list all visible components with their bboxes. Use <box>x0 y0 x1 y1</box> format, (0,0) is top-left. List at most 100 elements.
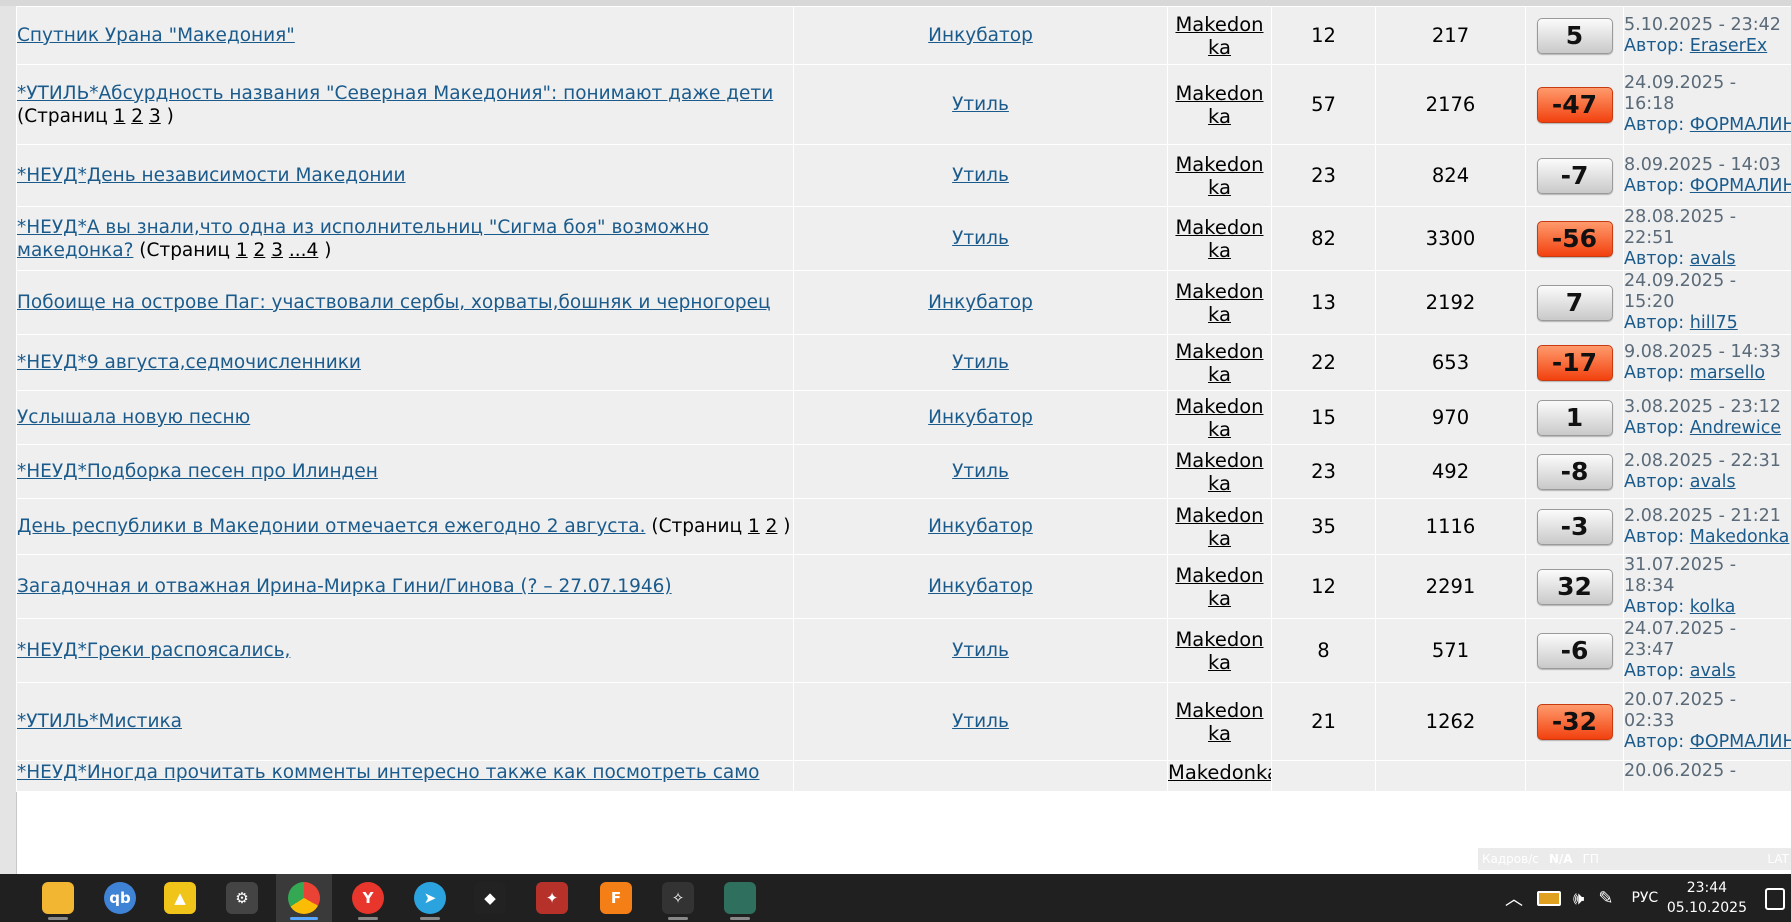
forum-link[interactable]: Инкубатор <box>928 576 1033 597</box>
topic-title-link[interactable]: *УТИЛЬ*Мистика <box>18 711 182 732</box>
forum-link[interactable]: Инкубатор <box>928 25 1033 46</box>
topic-title-link[interactable]: Побоище на острове Паг: участвовали серб… <box>18 292 771 313</box>
last-author-link[interactable]: avals <box>1690 249 1736 269</box>
replies-cell: 82 <box>1271 206 1376 271</box>
forum-link[interactable]: Утиль <box>952 228 1009 249</box>
page-link[interactable]: 3 <box>149 106 161 127</box>
last-author-link[interactable]: avals <box>1690 472 1736 492</box>
last-author-label: Автор: <box>1624 249 1685 269</box>
rating-badge[interactable]: -17 <box>1536 344 1613 381</box>
clock-date: 05.10.2025 <box>1666 900 1747 916</box>
forum-cell: Утиль <box>793 682 1168 761</box>
views-cell: 217 <box>1375 6 1526 65</box>
page-link[interactable]: 3 <box>271 240 283 261</box>
forum-cell: Инкубатор <box>793 6 1168 65</box>
views-cell: 492 <box>1375 444 1526 499</box>
author-link[interactable]: Makedonka <box>1169 762 1271 785</box>
window-app-icon[interactable] <box>724 882 756 914</box>
forum-cell: Утиль <box>793 206 1168 271</box>
author-link[interactable]: Makedonka <box>1175 216 1265 262</box>
battery-icon[interactable] <box>1537 890 1561 906</box>
rating-badge[interactable]: -32 <box>1536 703 1613 740</box>
forum-link[interactable]: Инкубатор <box>928 407 1033 428</box>
forum-link[interactable]: Утиль <box>952 711 1009 732</box>
author-link[interactable]: Makedonka <box>1175 564 1265 610</box>
author-link[interactable]: Makedonka <box>1175 280 1265 326</box>
author-link[interactable]: Makedonka <box>1175 153 1265 199</box>
topic-title-link[interactable]: *НЕУД*День независимости Македонии <box>18 165 406 186</box>
chrome-icon[interactable] <box>288 882 320 914</box>
forum-link[interactable]: Инкубатор <box>928 516 1033 537</box>
forum-link[interactable]: Утиль <box>952 165 1009 186</box>
last-author-link[interactable]: avals <box>1690 661 1736 681</box>
last-author-link[interactable]: Andrewice <box>1690 418 1781 438</box>
page-link[interactable]: 1 <box>748 516 760 537</box>
rating-badge[interactable]: -7 <box>1536 157 1613 194</box>
last-author-link[interactable]: kolka <box>1690 597 1736 617</box>
page-link[interactable]: 1 <box>236 240 248 261</box>
file-explorer-icon[interactable] <box>42 882 74 914</box>
author-link[interactable]: Makedonka <box>1175 82 1265 128</box>
topic-title-link[interactable]: *НЕУД*Греки распоясались, <box>18 640 291 661</box>
mask-app-icon[interactable]: ◆ <box>474 882 506 914</box>
eagle-app-icon[interactable]: ✧ <box>662 882 694 914</box>
forum-link[interactable]: Инкубатор <box>928 292 1033 313</box>
topic-title-link[interactable]: *НЕУД*9 августа,седмочисленники <box>18 352 361 373</box>
fl-studio-icon[interactable]: F <box>600 882 632 914</box>
topic-title-link[interactable]: *УТИЛЬ*Абсурдность названия "Северная Ма… <box>18 83 774 104</box>
last-author-link[interactable]: marsello <box>1690 363 1765 383</box>
author-link[interactable]: Makedonka <box>1175 628 1265 674</box>
rating-badge[interactable]: 7 <box>1536 284 1613 321</box>
topic-title-link[interactable]: Спутник Урана "Македония" <box>18 25 295 46</box>
rating-badge[interactable]: -6 <box>1536 632 1613 669</box>
topic-title-link[interactable]: Услышала новую песню <box>18 407 251 428</box>
author-link[interactable]: Makedonka <box>1175 504 1265 550</box>
page-link[interactable]: 1 <box>114 106 126 127</box>
page-link[interactable]: 2 <box>254 240 266 261</box>
last-post-date: 31.07.2025 - 18:34 <box>1624 555 1737 597</box>
last-author-link[interactable]: ФОРМАЛИН <box>1690 176 1791 196</box>
forum-link[interactable]: Утиль <box>952 94 1009 115</box>
steelseries-icon[interactable]: ⚙ <box>226 882 258 914</box>
topic-title-cell: *НЕУД*9 августа,седмочисленники <box>16 334 794 391</box>
page-link[interactable]: ...4 <box>289 240 318 261</box>
rating-badge[interactable]: -8 <box>1536 453 1613 490</box>
notifications-icon[interactable] <box>1765 888 1785 910</box>
rating-badge[interactable]: 5 <box>1536 17 1613 54</box>
yandex-browser-icon[interactable]: Y <box>352 882 384 914</box>
topic-title-link[interactable]: День республики в Македонии отмечается е… <box>18 516 646 537</box>
chevron-up-icon[interactable]: ︿ <box>1505 885 1523 911</box>
author-link[interactable]: Makedonka <box>1175 395 1265 441</box>
arc-app-icon[interactable]: ▲ <box>164 882 196 914</box>
last-author-link[interactable]: EraserEx <box>1690 36 1767 56</box>
author-link[interactable]: Makedonka <box>1175 699 1265 745</box>
topic-title-link[interactable]: *НЕУД*Иногда прочитать комменты интересн… <box>18 762 760 783</box>
rating-badge[interactable]: 32 <box>1536 568 1613 605</box>
topic-title-link[interactable]: Загадочная и отважная Ирина-Мирка Гини/Г… <box>18 576 672 597</box>
topic-title-link[interactable]: *НЕУД*А вы знали,что одна из исполнитель… <box>18 217 709 261</box>
telegram-icon[interactable]: ➤ <box>414 882 446 914</box>
last-author-link[interactable]: ФОРМАЛИН <box>1690 115 1791 135</box>
forum-link[interactable]: Утиль <box>952 352 1009 373</box>
last-author-link[interactable]: ФОРМАЛИН <box>1690 732 1791 752</box>
page-link[interactable]: 2 <box>766 516 778 537</box>
author-link[interactable]: Makedonka <box>1175 449 1265 495</box>
rating-badge[interactable]: -3 <box>1536 508 1613 545</box>
author-link[interactable]: Makedonka <box>1175 340 1265 386</box>
qbittorrent-icon[interactable]: qb <box>104 882 136 914</box>
pen-icon[interactable]: ✎ <box>1598 888 1613 909</box>
rating-badge[interactable]: 1 <box>1536 399 1613 436</box>
clock[interactable]: 23:44 05.10.2025 <box>1667 878 1747 918</box>
fighter-app-icon[interactable]: ✦ <box>536 882 568 914</box>
last-author-link[interactable]: hill75 <box>1690 313 1738 333</box>
page-link[interactable]: 2 <box>131 106 143 127</box>
rating-badge[interactable]: -47 <box>1536 86 1613 123</box>
language-indicator[interactable]: РУС <box>1631 890 1658 906</box>
topic-title-link[interactable]: *НЕУД*Подборка песен про Илинден <box>18 461 378 482</box>
volume-icon[interactable]: 🕪 <box>1573 888 1584 909</box>
forum-link[interactable]: Утиль <box>952 461 1009 482</box>
author-link[interactable]: Makedonka <box>1175 13 1265 59</box>
last-author-link[interactable]: Makedonka <box>1690 527 1790 547</box>
forum-link[interactable]: Утиль <box>952 640 1009 661</box>
rating-badge[interactable]: -56 <box>1536 220 1613 257</box>
